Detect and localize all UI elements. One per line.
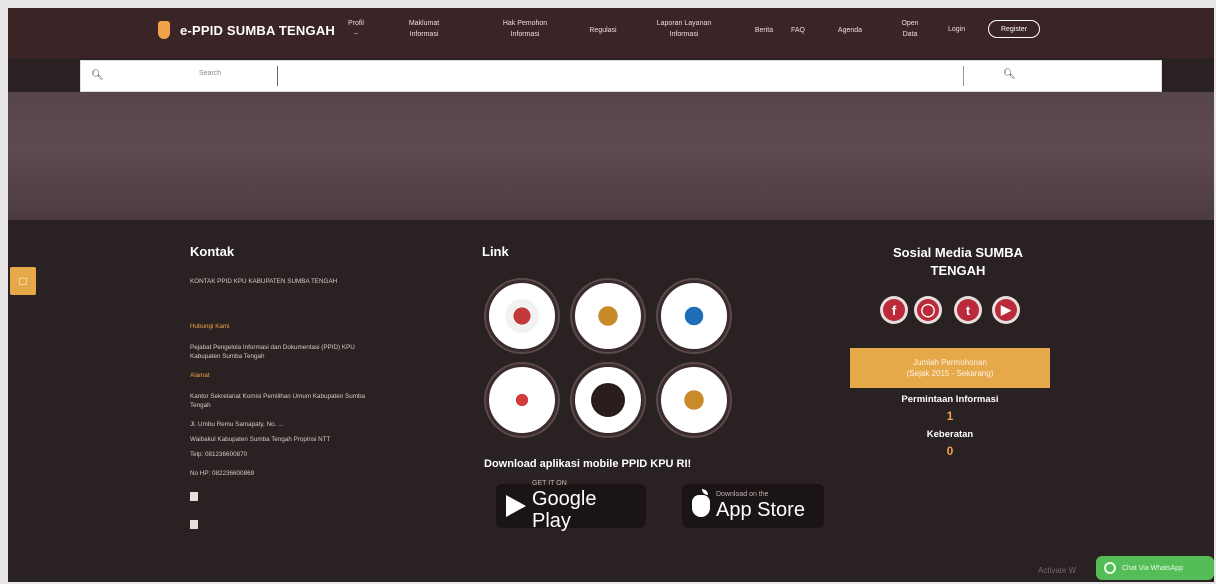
kpu-logo-icon [158,21,170,39]
link-kominfo[interactable] [658,280,730,352]
nav-item-faq[interactable]: FAQ [784,25,812,36]
kontak-label-hubungi: Hubungi Kami [190,323,230,330]
keberatan-label: Keberatan [926,429,974,440]
kontak-line: Jl. Umbu Remu Samapaty, No. ... [190,421,284,428]
whatsapp-chat-button[interactable]: Chat Via WhatsApp [1096,556,1214,580]
brand-title: e-PPID SUMBA TENGAH [180,22,335,38]
google-play-big: Google Play [532,488,597,532]
link-garuda-2[interactable] [658,364,730,436]
search-cursor [277,66,278,86]
nav-item-open-data[interactable]: Open Data [892,18,928,40]
social-column: Sosial Media SUMBA TENGAH [868,244,1048,280]
permintaan-label: Permintaan Informasi [901,394,999,405]
apple-icon [692,489,710,517]
social-title: Sosial Media SUMBA TENGAH [892,245,1024,278]
google-play-icon [506,495,526,517]
hero-banner [8,92,1214,220]
document-link-1[interactable] [190,488,470,506]
google-play-small: GET IT ON [532,480,567,487]
link-garuda-1[interactable] [572,280,644,352]
accessibility-toggle-icon[interactable]: □ [10,267,36,295]
app-store-small: Download on the [716,491,769,498]
search-bar: 🔍︎ Search 🔍︎ [80,60,1162,92]
link-lapor[interactable] [486,364,558,436]
windows-activate-watermark: Activate W [1038,566,1077,575]
kontak-line: Pejabat Pengelola Informasi dan Dokument… [190,344,355,351]
kominfo-logo-icon [677,299,711,333]
facebook-icon[interactable]: f [880,296,908,324]
ki-logo-icon [591,383,625,417]
nav-item-hak-pemohon[interactable]: Hak Pemohon Informasi [486,18,564,40]
brand[interactable]: e-PPID SUMBA TENGAH [158,21,335,39]
lapor-logo-icon [505,383,539,417]
search-submit-icon[interactable]: 🔍︎ [1003,69,1016,80]
garuda-logo-icon [677,383,711,417]
browser-frame: e-PPID SUMBA TENGAH Profil ~ Maklumat Info… [8,8,1214,582]
nav-item-berita[interactable]: Berita [746,25,782,36]
youtube-icon[interactable]: ▶ [992,296,1020,324]
keberatan-value: 0 [946,444,954,458]
nav-item-maklumat[interactable]: Maklumat Informasi [394,18,454,40]
stats-title: Jumlah Permohonan [913,358,987,367]
kpu-logo-icon [505,299,539,333]
stats-subtitle: (Sejak 2015 - Sekarang) [906,369,994,378]
top-navbar: e-PPID SUMBA TENGAH Profil ~ Maklumat Info… [8,8,1214,58]
document-icon [190,520,198,530]
kontak-heading: KONTAK PPID KPU KABUPATEN SUMBA TENGAH [190,278,338,285]
footer: □ Kontak KONTAK PPID KPU KABUPATEN SUMBA… [8,220,1214,582]
garuda-logo-icon [591,299,625,333]
login-link[interactable]: Login [948,26,965,33]
link-title: Link [482,244,509,259]
google-play-button[interactable]: GET IT ON Google Play [496,480,646,532]
nav-item-profil[interactable]: Profil ~ [340,18,372,40]
register-button[interactable]: Register [988,20,1040,38]
kontak-line: Waibakul Kabupaten Sumba Tengah Propinsi… [190,436,331,443]
search-icon[interactable]: 🔍︎ [91,70,104,81]
document-icon [190,492,198,502]
twitter-icon[interactable]: t [954,296,982,324]
kontak-line: Kantor Sekretariat Komisi Pemilihan Umum… [190,393,365,400]
link-kpu[interactable] [486,280,558,352]
stats-panel: Jumlah Permohonan (Sejak 2015 - Sekarang… [850,348,1050,458]
search-divider [963,66,964,86]
stats-box: Jumlah Permohonan (Sejak 2015 - Sekarang… [850,348,1050,388]
whatsapp-label: Chat Via WhatsApp [1122,564,1183,572]
kontak-line: No HP: 082236600869 [190,470,255,477]
kontak-column: Kontak KONTAK PPID KPU KABUPATEN SUMBA T… [190,244,470,534]
kontak-title: Kontak [190,244,235,259]
nav-item-agenda[interactable]: Agenda [830,25,870,36]
app-store-big: App Store [716,499,805,521]
kontak-line: Kabupaten Sumba Tengah [190,353,265,360]
search-label: Search [199,70,222,77]
whatsapp-icon [1104,562,1116,574]
link-ki[interactable] [572,364,644,436]
download-title: Download aplikasi mobile PPID KPU RI! [484,458,692,470]
nav-item-regulasi[interactable]: Regulasi [578,25,628,36]
document-link-2[interactable] [190,516,470,534]
permintaan-value: 1 [946,409,954,423]
kontak-line: Tengah [190,402,211,409]
kontak-line: Telp: 081236600870 [190,451,248,458]
app-store-button[interactable]: Download on the App Store [682,484,824,528]
instagram-icon[interactable]: ◯ [914,296,942,324]
kontak-label-alamat: Alamat [190,372,210,379]
nav-item-laporan[interactable]: Laporan Layanan Informasi [644,18,724,40]
